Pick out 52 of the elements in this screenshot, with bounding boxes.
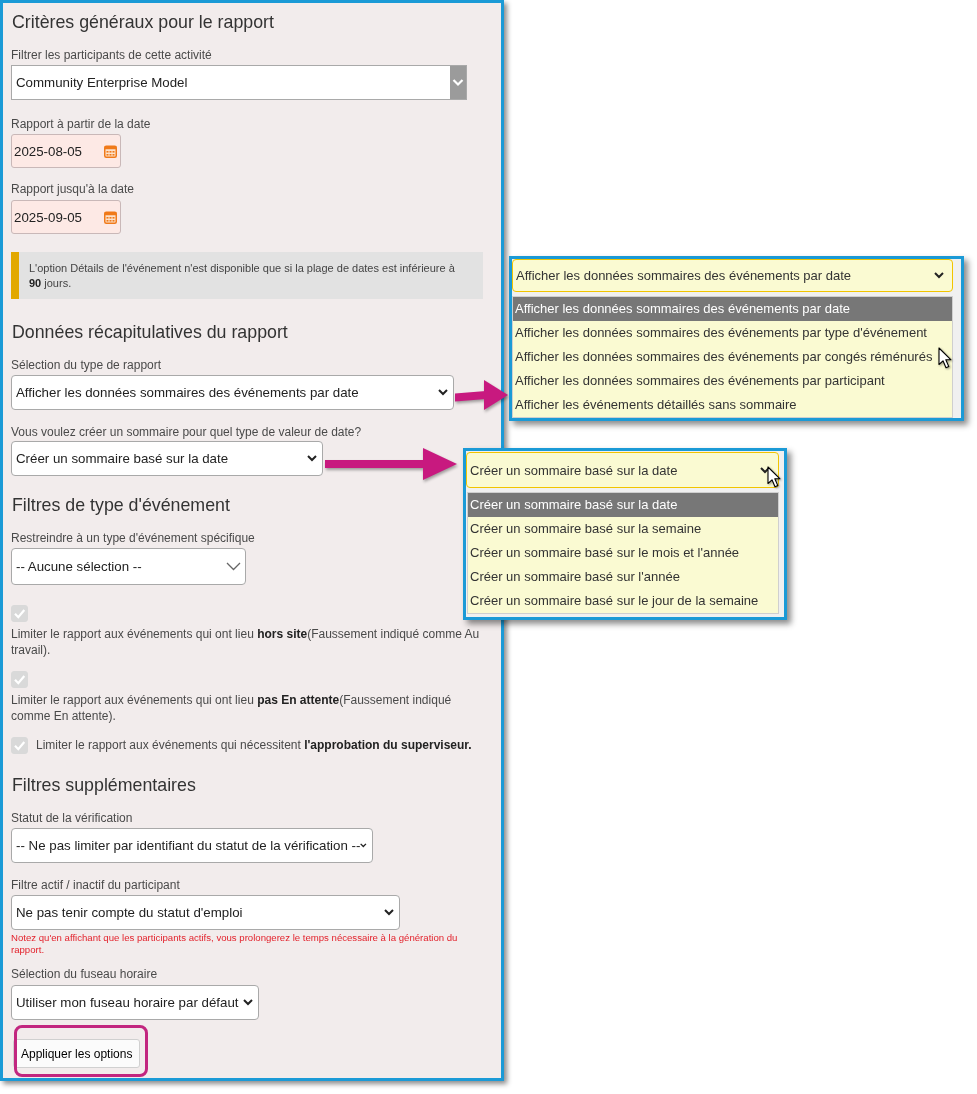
chevron-icon	[226, 562, 241, 571]
dropdown-option[interactable]: Afficher les données sommaires des événements par participant	[513, 369, 952, 393]
notice-text: L'option Détails de l'événement n'est disponible que si la plage de dates est inférieure à 90 jours.	[29, 261, 456, 291]
field-label: Statut de la vérification	[11, 811, 133, 826]
dropdown-option[interactable]: Créer un sommaire basé sur le mois et l'année	[468, 541, 778, 565]
chevron-icon	[450, 66, 466, 99]
dropdown-field[interactable]: Afficher les données sommaires des événements par date	[512, 259, 953, 292]
section-heading: Critères généraux pour le rapport	[11, 11, 274, 34]
dropdown-option[interactable]: Créer un sommaire basé sur l'année	[468, 565, 778, 589]
date-field[interactable]: 2025-09-05	[11, 200, 121, 234]
dropdown-field[interactable]: Community Enterprise Model	[11, 65, 467, 100]
field-label: Vous voulez créer un sommaire pour quel type de valeur de date?	[11, 425, 362, 440]
checkbox-label: Limiter le rapport aux événements qui ont lieu pas En attente(Faussement indiqué comme En attente).	[11, 693, 453, 724]
field-label: Filtrer les participants de cette activité	[11, 48, 212, 63]
section-heading: Filtres supplémentaires	[11, 774, 196, 797]
chevron-icon	[360, 842, 367, 849]
dropdown-field[interactable]: Ne pas tenir compte du statut d'emploi	[11, 895, 400, 930]
dropdown-field[interactable]: -- Ne pas limiter par identifiant du statut de la vérification --	[11, 828, 373, 863]
cursor-icon	[938, 347, 952, 369]
calendar-icon[interactable]	[104, 210, 117, 224]
cursor-icon	[767, 466, 781, 488]
dropdown-option[interactable]: Afficher les données sommaires des événements par date	[513, 297, 952, 321]
callout-arrow	[455, 380, 508, 410]
dropdown-field[interactable]: Afficher les données sommaires des événements par date	[11, 375, 454, 410]
field-label: Rapport à partir de la date	[11, 117, 151, 132]
field-label: Filtre actif / inactif du participant	[11, 878, 180, 893]
chevron-icon	[307, 455, 317, 462]
field-label: Sélection du type de rapport	[11, 358, 162, 373]
section-heading: Données récapitulatives du rapport	[11, 321, 288, 344]
dropdown-option[interactable]: Créer un sommaire basé sur la date	[468, 493, 778, 517]
checkbox-label: Limiter le rapport aux événements qui ont lieu hors site(Faussement indiqué comme Au travail).	[11, 627, 481, 658]
warning-note: Notez qu'en affichant que les participants actifs, vous prolongerez le temps nécessaire à la génération du rapport.	[11, 932, 459, 956]
dropdown-option[interactable]: Afficher les données sommaires des événements par type d'événement	[513, 321, 952, 345]
date-field[interactable]: 2025-08-05	[11, 134, 121, 168]
calendar-icon[interactable]	[104, 144, 117, 158]
field-label: Restreindre à un type d'événement spécifique	[11, 531, 255, 546]
dropdown-option[interactable]: Afficher les événements détaillés sans sommaire	[513, 393, 952, 417]
field-label: Rapport jusqu'à la date	[11, 182, 135, 197]
dropdown-field[interactable]: -- Aucune sélection --	[11, 548, 246, 585]
section-heading: Filtres de type d'événement	[11, 494, 230, 517]
chevron-icon	[438, 389, 448, 396]
dropdown-option[interactable]: Créer un sommaire basé sur le jour de la semaine	[468, 589, 778, 613]
dropdown-option[interactable]: Créer un sommaire basé sur la semaine	[468, 517, 778, 541]
chevron-icon	[384, 909, 394, 916]
dropdown-field[interactable]: Utiliser mon fuseau horaire par défaut	[11, 985, 259, 1020]
field-label: Sélection du fuseau horaire	[11, 967, 158, 982]
checkbox-label: Limiter le rapport aux événements qui nécessitent l'approbation du superviseur.	[36, 737, 472, 754]
dropdown-field[interactable]: Créer un sommaire basé sur la date	[466, 452, 779, 488]
apply-button[interactable]: Appliquer les options	[13, 1039, 141, 1068]
chevron-icon	[243, 999, 253, 1006]
chevron-icon	[934, 272, 944, 279]
dropdown-field[interactable]: Créer un sommaire basé sur la date	[11, 441, 323, 476]
